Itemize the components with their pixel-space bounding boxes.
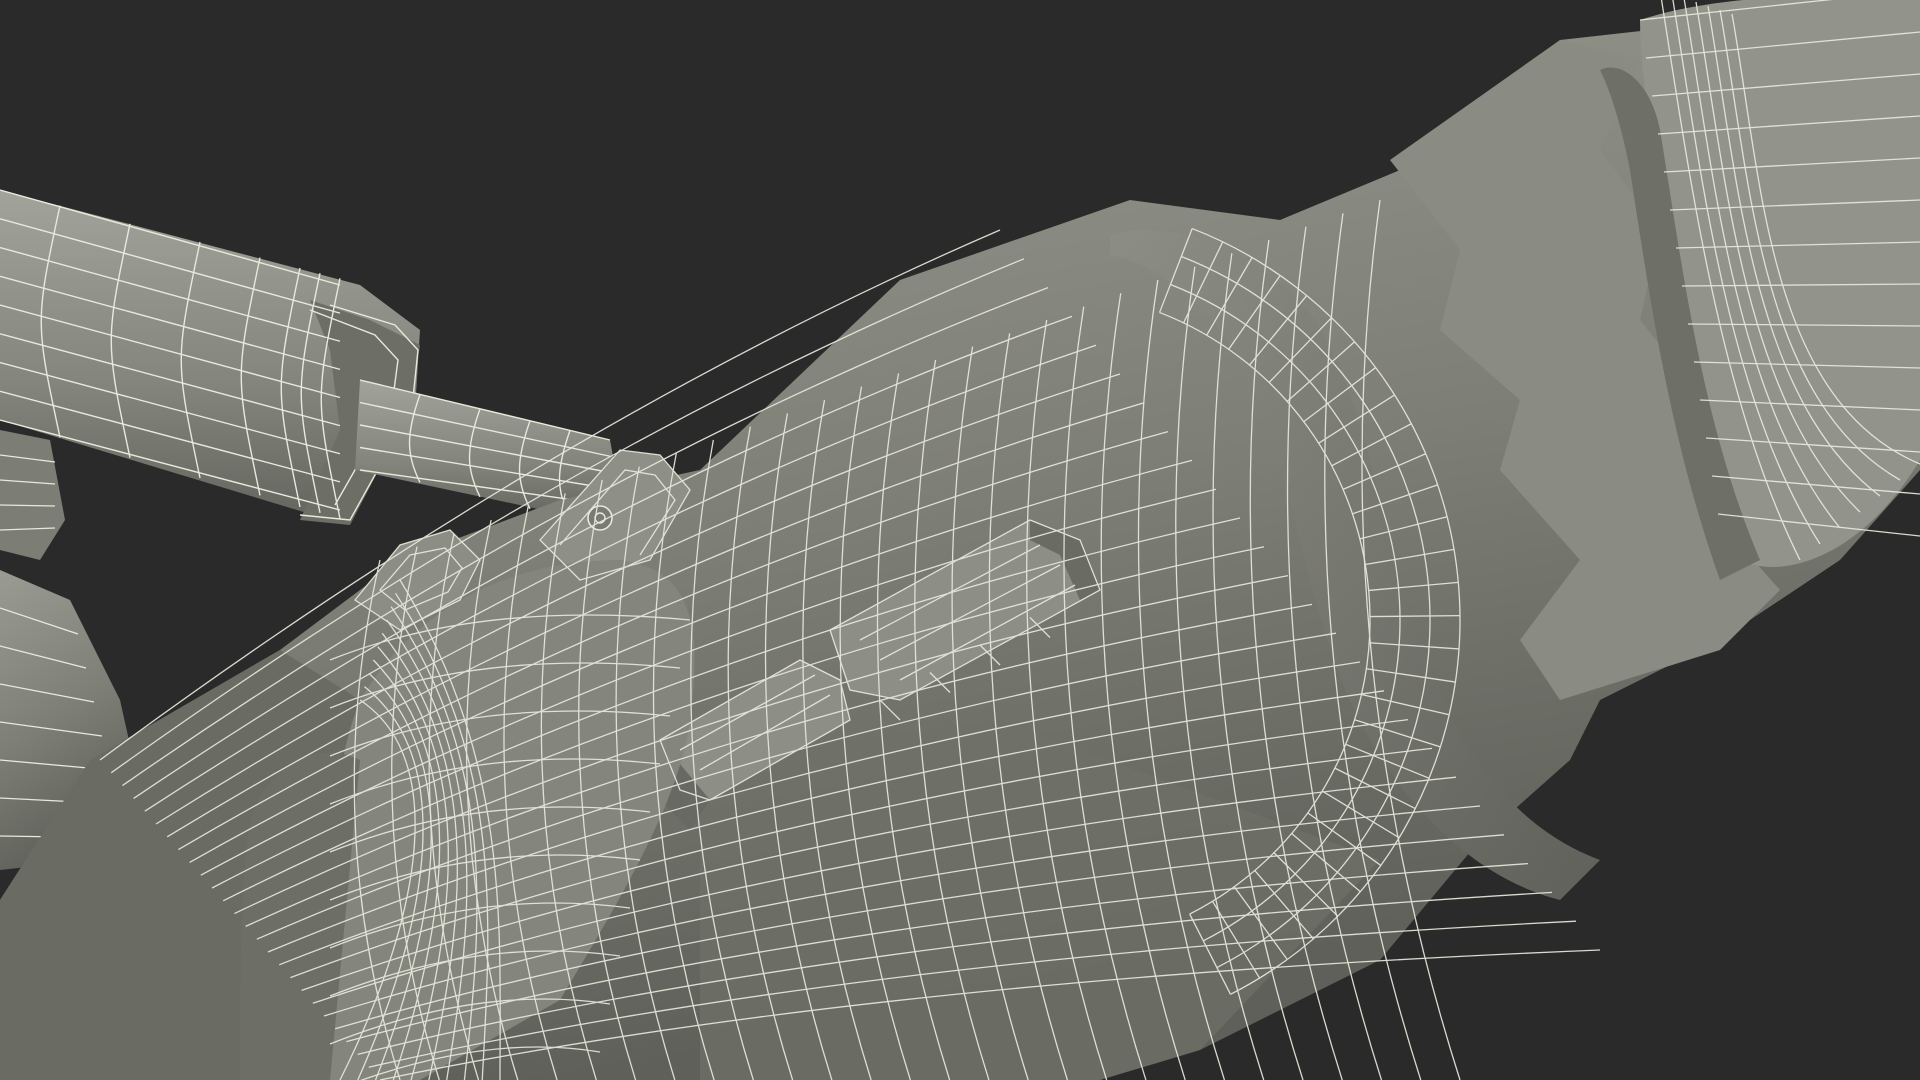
render-viewport	[0, 0, 1920, 1080]
wireframe-render	[0, 0, 1920, 1080]
